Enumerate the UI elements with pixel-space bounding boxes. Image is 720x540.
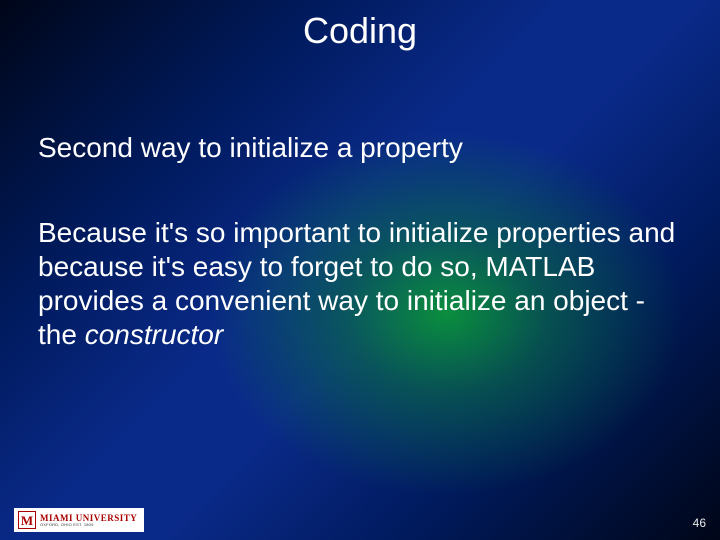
slide-body: Because it's so important to initialize …	[38, 216, 682, 353]
logo-text-block: MIAMI UNIVERSITY OXFORD, OHIO EST. 1809	[40, 514, 140, 527]
logo-subtitle: OXFORD, OHIO EST. 1809	[40, 523, 140, 527]
slide-title: Coding	[0, 10, 720, 52]
slide-subtitle: Second way to initialize a property	[38, 130, 682, 165]
body-text-italic: constructor	[85, 319, 224, 350]
logo-letter-icon: M	[18, 511, 36, 529]
university-logo: M MIAMI UNIVERSITY OXFORD, OHIO EST. 180…	[14, 508, 144, 532]
page-number: 46	[693, 516, 706, 530]
slide: Coding Second way to initialize a proper…	[0, 0, 720, 540]
